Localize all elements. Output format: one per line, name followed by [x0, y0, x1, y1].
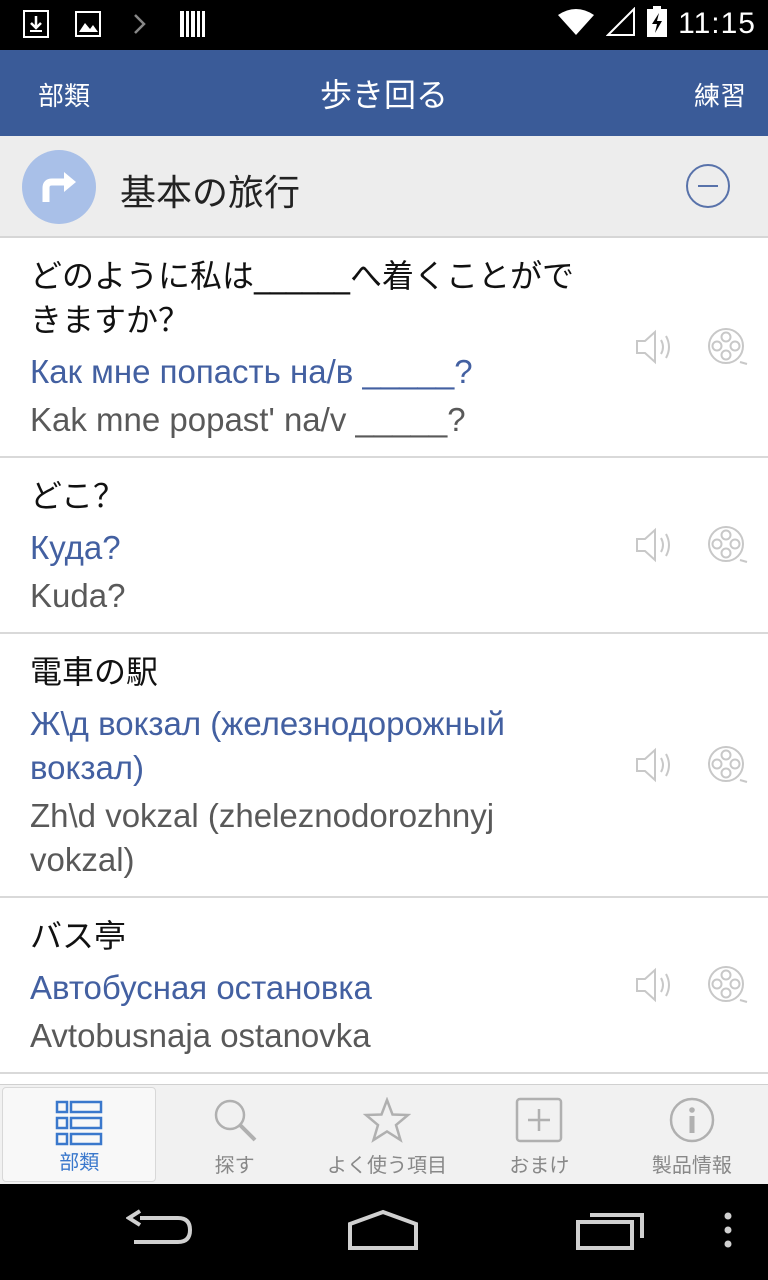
tab-categories[interactable]: 部類 — [2, 1087, 157, 1182]
tab-extras[interactable]: おまけ — [463, 1085, 615, 1184]
back-icon[interactable] — [125, 1208, 194, 1256]
collapse-minus-icon[interactable] — [686, 164, 730, 208]
battery-charging-icon — [646, 6, 668, 42]
phrase-russian: Автобусная остановка — [30, 969, 372, 1006]
search-icon — [211, 1097, 259, 1147]
tab-label: おまけ — [509, 1153, 570, 1177]
recents-icon[interactable] — [574, 1208, 646, 1256]
film-reel-icon[interactable] — [706, 744, 748, 786]
speaker-icon[interactable] — [634, 965, 678, 1005]
menu-icon[interactable] — [722, 1208, 734, 1256]
home-icon[interactable] — [346, 1208, 420, 1256]
wifi-icon — [556, 7, 596, 41]
phrase-transliteration: Zh\d vokzal (zheleznodorozhnyj vokzal) — [30, 797, 495, 878]
status-bar: 11:15 — [0, 0, 768, 50]
practice-button[interactable]: 練習 — [694, 76, 746, 113]
phrase-japanese: 電車の駅 — [30, 653, 159, 691]
plus-box-icon — [515, 1097, 563, 1147]
list-item[interactable]: どこ？ Куда? Kuda? — [0, 458, 768, 634]
phrase-list: どのように私は______へ着くことができますか？ Как мне попаст… — [0, 238, 768, 1074]
star-icon — [362, 1096, 412, 1147]
speaker-icon[interactable] — [634, 745, 678, 785]
film-reel-icon[interactable] — [706, 326, 748, 368]
signal-icon — [605, 6, 636, 41]
list-item[interactable]: バス亭 Автобусная остановка Avtobusnaja ost… — [0, 898, 768, 1074]
clock: 11:15 — [678, 7, 756, 40]
speaker-icon[interactable] — [634, 525, 678, 565]
phrase-japanese: どのように私は______へ着くことができますか？ — [30, 257, 575, 339]
speaker-icon[interactable] — [634, 327, 678, 367]
image-icon — [74, 9, 102, 39]
chevron-right-icon — [126, 9, 154, 39]
info-icon — [668, 1097, 716, 1147]
phrase-russian: Куда? — [30, 529, 121, 566]
category-header[interactable]: 基本の旅行 — [0, 136, 768, 238]
arrow-turn-right-icon — [22, 150, 96, 224]
phrase-transliteration: Avtobusnaja ostanovka — [30, 1017, 371, 1054]
category-title: 基本の旅行 — [120, 173, 301, 214]
tab-favorites[interactable]: よく使う項目 — [311, 1085, 463, 1184]
list-item[interactable]: 電車の駅 Ж\д вокзал (железнодорожный вокзал)… — [0, 634, 768, 898]
list-icon — [55, 1100, 103, 1150]
film-reel-icon[interactable] — [706, 524, 748, 566]
tab-label: 探す — [214, 1153, 255, 1177]
page-title: 歩き回る — [319, 76, 448, 114]
phrase-japanese: バス亭 — [30, 917, 127, 955]
tab-bar: 部類 探す よく使う項目 おまけ 製品情報 — [0, 1084, 768, 1184]
tab-search[interactable]: 探す — [158, 1085, 310, 1184]
phrase-russian: Как мне попасть на/в _____? — [30, 353, 473, 390]
download-icon — [22, 9, 50, 39]
tab-label: 部類 — [59, 1150, 100, 1174]
phrase-russian: Ж\д вокзал (железнодорожный вокзал) — [30, 705, 505, 786]
list-item[interactable]: どのように私は______へ着くことができますか？ Как мне попаст… — [0, 238, 768, 458]
navigation-bar — [0, 1184, 768, 1280]
action-bar: 部類 歩き回る 練習 — [0, 50, 768, 136]
tab-label: よく使う項目 — [327, 1153, 448, 1177]
barcode-icon — [178, 9, 206, 39]
phrase-japanese: どこ？ — [30, 477, 126, 515]
phrase-transliteration: Kak mne popast' na/v _____? — [30, 401, 466, 438]
phrase-transliteration: Kuda? — [30, 577, 126, 614]
film-reel-icon[interactable] — [706, 964, 748, 1006]
tab-product-info[interactable]: 製品情報 — [616, 1085, 768, 1184]
tab-label: 製品情報 — [651, 1153, 732, 1177]
